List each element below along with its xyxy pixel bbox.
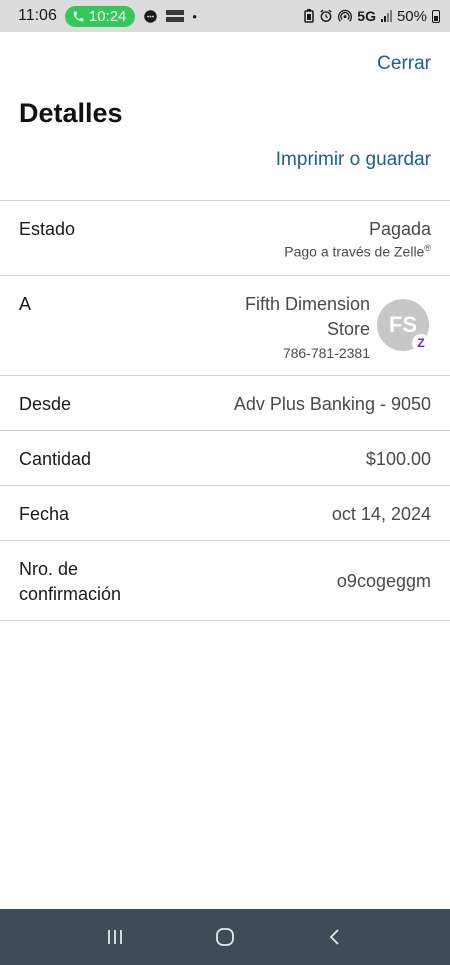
from-label: Desde xyxy=(19,394,72,414)
dot-icon: • xyxy=(192,8,197,24)
back-icon xyxy=(329,929,339,945)
divider xyxy=(0,620,450,621)
divider xyxy=(0,485,450,486)
from-account: Adv Plus Banking - 9050 xyxy=(233,394,431,414)
status-value: Pagada xyxy=(368,219,431,239)
amount-label: Cantidad xyxy=(19,449,92,469)
clock: 11:06 xyxy=(18,7,57,24)
avatar-initials: FS xyxy=(388,312,418,337)
recent-apps-icon xyxy=(108,930,122,944)
divider xyxy=(0,275,450,276)
hotspot-icon xyxy=(338,9,353,22)
status-left: 11:06 10:24 • xyxy=(18,5,197,27)
zelle-badge-letter: Z xyxy=(417,336,425,350)
confirmation-number: o9cogeggm xyxy=(336,571,431,591)
temu-icon xyxy=(166,10,185,22)
date-label: Fecha xyxy=(19,504,70,524)
status-bar: 11:06 10:24 • 5G 50% xyxy=(0,0,450,32)
payment-method: Pago a través de Zelle® xyxy=(284,243,431,260)
divider xyxy=(0,540,450,541)
recipient-phone: 786-781-2381 xyxy=(282,345,370,361)
amount-value: $100.00 xyxy=(365,449,431,469)
registered-mark: ® xyxy=(424,243,431,253)
phone-icon xyxy=(73,11,84,21)
chat-icon xyxy=(144,9,158,23)
back-button[interactable] xyxy=(315,917,355,957)
recipient-name-line1: Fifth Dimension xyxy=(244,294,370,314)
payment-method-text: Pago a través de Zelle xyxy=(284,243,425,260)
date-value: oct 14, 2024 xyxy=(331,504,431,524)
system-nav-bar xyxy=(0,909,450,965)
print-or-save-button[interactable]: Imprimir o guardar xyxy=(276,149,431,171)
battery-percent: 50% xyxy=(396,7,427,25)
call-duration: 10:24 xyxy=(88,7,127,25)
battery-icon xyxy=(432,9,440,23)
signal-icon xyxy=(380,10,392,22)
battery-saver-icon xyxy=(304,9,315,23)
recent-apps-button[interactable] xyxy=(95,917,135,957)
recipient-label: A xyxy=(19,294,32,314)
status-label: Estado xyxy=(19,219,76,239)
status-right: 5G 50% xyxy=(304,8,440,25)
zelle-icon: Z xyxy=(412,334,430,352)
alarm-icon xyxy=(320,9,332,22)
close-button[interactable]: Cerrar xyxy=(377,53,431,75)
divider xyxy=(0,430,450,431)
recipient-name-line2: Store xyxy=(326,319,370,339)
confirmation-label-line2: confirmación xyxy=(19,584,122,604)
page-title: Detalles xyxy=(19,98,123,128)
divider xyxy=(0,375,450,376)
divider xyxy=(0,200,450,201)
ongoing-call-pill[interactable]: 10:24 xyxy=(64,5,136,27)
confirmation-label-line1: Nro. de xyxy=(19,559,79,579)
network-type: 5G xyxy=(357,8,376,24)
home-icon xyxy=(216,928,234,946)
home-button[interactable] xyxy=(205,917,245,957)
